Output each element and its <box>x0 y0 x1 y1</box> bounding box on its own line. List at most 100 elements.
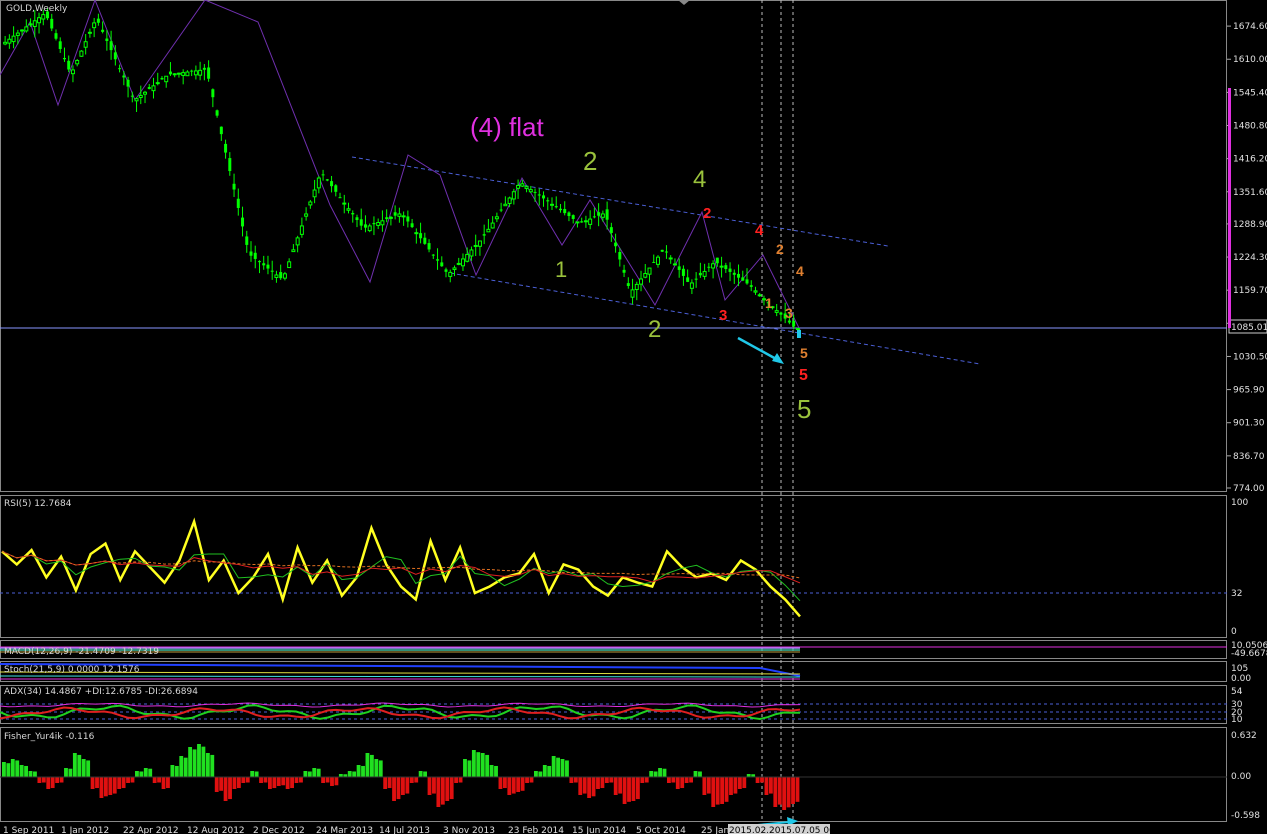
candle-body-up <box>575 221 580 224</box>
candle-body-up <box>15 32 20 36</box>
fisher-bar <box>649 771 654 777</box>
fisher-bar <box>392 777 396 801</box>
candle-body-up <box>70 69 75 75</box>
fisher-bar <box>325 777 330 783</box>
fisher-bar <box>112 777 117 794</box>
candle-body-down <box>427 243 431 250</box>
candle-body-down <box>54 33 58 39</box>
candle-body-up <box>380 220 385 226</box>
candle-body-up <box>524 186 529 190</box>
candle-body-down <box>436 259 440 261</box>
fisher-bar <box>6 763 11 777</box>
adx-tick-10: 10 <box>1231 715 1243 725</box>
candle-body-up <box>473 244 478 247</box>
fisher-bar <box>369 754 374 777</box>
fisher-bar <box>423 771 427 777</box>
fisher-bar <box>556 757 560 777</box>
fisher-bar <box>711 777 716 807</box>
fisher-bar <box>179 756 184 777</box>
candle-body-up <box>494 216 499 220</box>
fisher-bar <box>587 777 592 798</box>
fisher-bar <box>538 771 543 777</box>
fisher-bar <box>170 765 175 777</box>
fisher-bar <box>667 777 671 783</box>
fisher-bar <box>547 765 552 777</box>
candle-body-down <box>122 75 126 78</box>
candle-body-up <box>28 23 33 26</box>
candle-body-down <box>681 268 685 276</box>
stoch-tick-top: 105 <box>1231 664 1248 674</box>
fisher-bar <box>742 777 747 789</box>
fisher-bar <box>507 777 512 795</box>
fisher-bar <box>90 777 95 789</box>
candle-body-down <box>325 179 329 181</box>
fisher-bar <box>706 777 711 794</box>
fisher-bar <box>361 765 365 777</box>
candle-body-down <box>626 283 630 286</box>
candle-body-down <box>219 126 223 135</box>
price-tick-label: 1545.40 <box>1233 88 1267 98</box>
fisher-bar <box>662 768 667 777</box>
candle-body-up <box>456 262 461 265</box>
wave-label: 2 <box>776 241 784 257</box>
fisher-bar <box>378 760 383 777</box>
time-tick-label: 1 Jan 2012 <box>61 826 109 834</box>
fisher-bar <box>241 777 246 783</box>
fisher-bar <box>108 777 113 795</box>
fisher-bar <box>604 777 609 783</box>
candle-body-down <box>533 191 537 193</box>
fisher-bar <box>635 777 640 800</box>
fisher-bar <box>50 777 55 789</box>
fisher-bar <box>205 753 210 777</box>
fisher-bar <box>733 777 738 794</box>
candle-body-down <box>440 262 444 267</box>
candle-body-down <box>262 263 266 266</box>
fisher-bar <box>573 777 578 783</box>
candle-body-up <box>308 201 313 206</box>
candle-body-down <box>749 285 753 287</box>
fisher-bar <box>467 760 472 777</box>
fisher-bar <box>352 771 357 777</box>
candle-body-up <box>630 289 635 298</box>
trading-chart: GOLD,Weekly 1674.60 1610.00 1545.40 1480.80… <box>0 0 1267 834</box>
fisher-bar <box>502 777 507 789</box>
fisher-bar <box>143 768 148 777</box>
candle-body-down <box>698 272 702 276</box>
fisher-bar <box>458 777 463 783</box>
fisher-bar <box>644 777 649 783</box>
candle-body-up <box>172 73 177 76</box>
fisher-bar <box>19 765 24 777</box>
fisher-bar <box>281 777 286 786</box>
candle-body-up <box>92 22 97 29</box>
macd-label: MACD(12,26,9) -21.4709 -12.7319 <box>4 647 159 657</box>
candle-body-up <box>639 278 644 285</box>
time-tick-label: 12 Aug 2012 <box>187 826 245 834</box>
candle-body-down <box>58 41 62 49</box>
candle-body-up <box>87 31 92 34</box>
candle-body-up <box>282 273 287 279</box>
candle-body-down <box>664 251 668 253</box>
price-tick-label: 1610.00 <box>1233 55 1267 65</box>
candle-body-down <box>147 86 151 90</box>
candle-body-up <box>312 189 317 198</box>
fisher-bar <box>396 777 401 800</box>
fisher-bar <box>387 777 392 789</box>
fisher-bar <box>480 753 485 777</box>
fisher-bar <box>782 777 787 810</box>
candle-body-down <box>67 60 71 70</box>
fisher-bar <box>197 744 201 777</box>
candle-body-down <box>393 212 397 216</box>
price-tick-label: 1159.70 <box>1233 286 1267 296</box>
candle-body-down <box>715 257 719 264</box>
candle-body-up <box>32 20 37 27</box>
fisher-bar <box>675 777 680 789</box>
fisher-bar <box>263 777 268 783</box>
fisher-bar <box>383 777 388 789</box>
fisher-bar <box>55 777 60 783</box>
fisher-bar <box>698 771 702 777</box>
fisher-bar <box>627 777 631 802</box>
fisher-bar <box>81 759 86 777</box>
rsi-tick-32: 32 <box>1231 589 1242 599</box>
candle-body-down <box>499 209 503 211</box>
price-tick-label: 1674.60 <box>1233 22 1267 32</box>
